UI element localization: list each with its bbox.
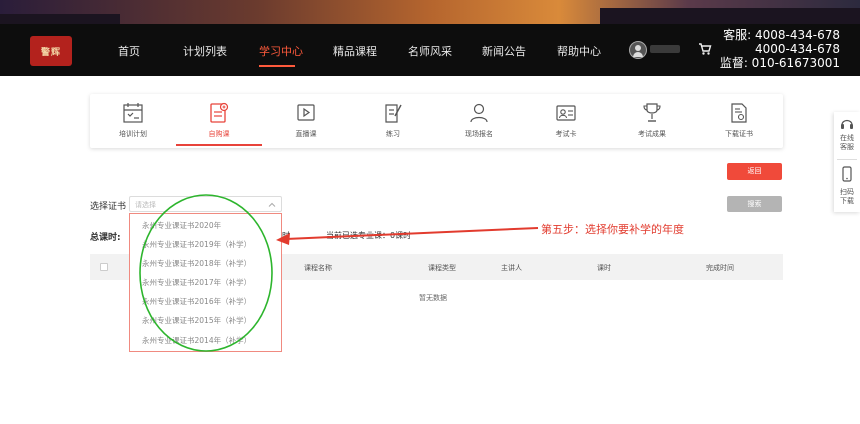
cert-option[interactable]: 永州专业课证书2014年（补学）: [130, 331, 281, 350]
cert-select-label: 选择证书: [90, 202, 127, 212]
col-hours: 课时: [597, 264, 611, 272]
back-button[interactable]: 返回: [727, 163, 782, 180]
user-register-icon: [470, 103, 488, 123]
cert-option[interactable]: 永州专业课证书2017年（补学）: [130, 273, 281, 292]
scan-download-line1: 扫码: [840, 188, 854, 196]
tab-label: 现场报名: [465, 130, 493, 138]
site-header: 警辉 首页 计划列表 学习中心 精品课程 名师风采 新闻公告 帮助中心 客服: …: [0, 24, 860, 76]
online-service-line2: 客服: [840, 143, 854, 151]
tab-training-plan[interactable]: 培训计划: [90, 94, 176, 148]
nav-learning-center[interactable]: 学习中心: [259, 43, 303, 59]
annotation-arrow-line: [285, 227, 539, 240]
tab-label: 直播课: [295, 130, 317, 138]
live-course-icon: [297, 104, 315, 121]
col-course-name: 课程名称: [304, 264, 332, 272]
site-logo[interactable]: 警辉: [30, 36, 72, 66]
annotation-text: 第五步：选择你要补学的年度: [541, 223, 684, 236]
cert-option[interactable]: 永州专业课证书2018年（补学）: [130, 254, 281, 273]
contact-line-supervise: 监督: 010-61673001: [719, 56, 840, 70]
practice-icon: [385, 104, 402, 123]
learning-tab-bar: 培训计划 自购课 直播课 练习 现场报名 考试卡 考试成果 下载证书: [90, 94, 783, 148]
tab-label: 下载证书: [725, 130, 753, 138]
top-banner-image: [0, 0, 860, 24]
cert-option[interactable]: 永州专业课证书2016年（补学）: [130, 292, 281, 311]
tab-label: 培训计划: [119, 130, 147, 138]
nav-featured-courses[interactable]: 精品课程: [333, 43, 377, 59]
online-service-link[interactable]: 在线 客服: [834, 134, 860, 152]
tab-label: 练习: [386, 130, 400, 138]
scan-download-link[interactable]: 扫码 下载: [834, 188, 860, 206]
tab-live-courses[interactable]: 直播课: [263, 94, 349, 148]
total-hours-label: 总课时:: [90, 233, 121, 243]
floating-service-panel: 在线 客服 扫码 下载: [834, 112, 860, 212]
tab-download-certificate[interactable]: 下载证书: [696, 94, 782, 148]
online-service-line1: 在线: [840, 134, 854, 142]
selected-hours-info: 当前已选专业课：0课时: [326, 231, 412, 240]
tab-label: 自购课: [208, 130, 230, 138]
cert-select-placeholder: 请选择: [135, 201, 156, 209]
tab-exam-card[interactable]: 考试卡: [523, 94, 609, 148]
nav-home[interactable]: 首页: [118, 43, 140, 59]
user-name-redacted[interactable]: [650, 45, 680, 53]
nav-news[interactable]: 新闻公告: [482, 43, 526, 59]
tab-exam-results[interactable]: 考试成果: [609, 94, 695, 148]
cert-option[interactable]: 永州专业课证书2020年: [130, 216, 281, 235]
col-completion-time: 完成时间: [706, 264, 734, 272]
cart-icon[interactable]: [698, 42, 712, 56]
trophy-icon: [643, 103, 661, 122]
tab-label: 考试成果: [638, 130, 666, 138]
phone-icon[interactable]: [842, 166, 852, 182]
tab-practice[interactable]: 练习: [350, 94, 436, 148]
contact-info: 客服: 4008-434-678 4000-434-678 监督: 010-61…: [720, 28, 840, 70]
contact-line-phone: 4000-434-678: [754, 42, 840, 56]
cert-option[interactable]: 永州专业课证书2015年（补学）: [130, 311, 281, 330]
select-all-checkbox[interactable]: [100, 263, 108, 271]
calendar-icon: [123, 103, 143, 123]
certificate-icon: [731, 103, 747, 123]
scan-download-line2: 下载: [840, 197, 854, 205]
nav-plan-list[interactable]: 计划列表: [183, 43, 227, 59]
nav-teachers[interactable]: 名师风采: [408, 43, 452, 59]
col-course-type: 课程类型: [428, 264, 456, 272]
nav-help-center[interactable]: 帮助中心: [557, 43, 601, 59]
headset-icon[interactable]: [840, 117, 854, 131]
float-divider: [837, 159, 857, 160]
contact-line-service: 客服: 4008-434-678: [723, 28, 840, 42]
cert-select[interactable]: 请选择: [129, 196, 282, 212]
cert-option[interactable]: 永州专业课证书2019年（补学）: [130, 235, 281, 254]
logo-text: 警辉: [40, 47, 61, 58]
nav-active-indicator: [259, 65, 295, 67]
chevron-up-icon: [268, 202, 276, 207]
search-button[interactable]: 搜索: [727, 196, 782, 212]
total-hours-suffix: 时: [282, 231, 290, 240]
tab-label: 考试卡: [555, 130, 577, 138]
cert-dropdown-list: 永州专业课证书2020年 永州专业课证书2019年（补学） 永州专业课证书201…: [129, 213, 282, 352]
user-avatar-icon[interactable]: [629, 41, 647, 59]
tab-onsite-registration[interactable]: 现场报名: [436, 94, 522, 148]
tab-purchased-courses[interactable]: 自购课: [176, 94, 262, 148]
purchase-course-icon: [210, 102, 229, 123]
col-lecturer: 主讲人: [501, 264, 522, 272]
exam-card-icon: [556, 105, 576, 121]
